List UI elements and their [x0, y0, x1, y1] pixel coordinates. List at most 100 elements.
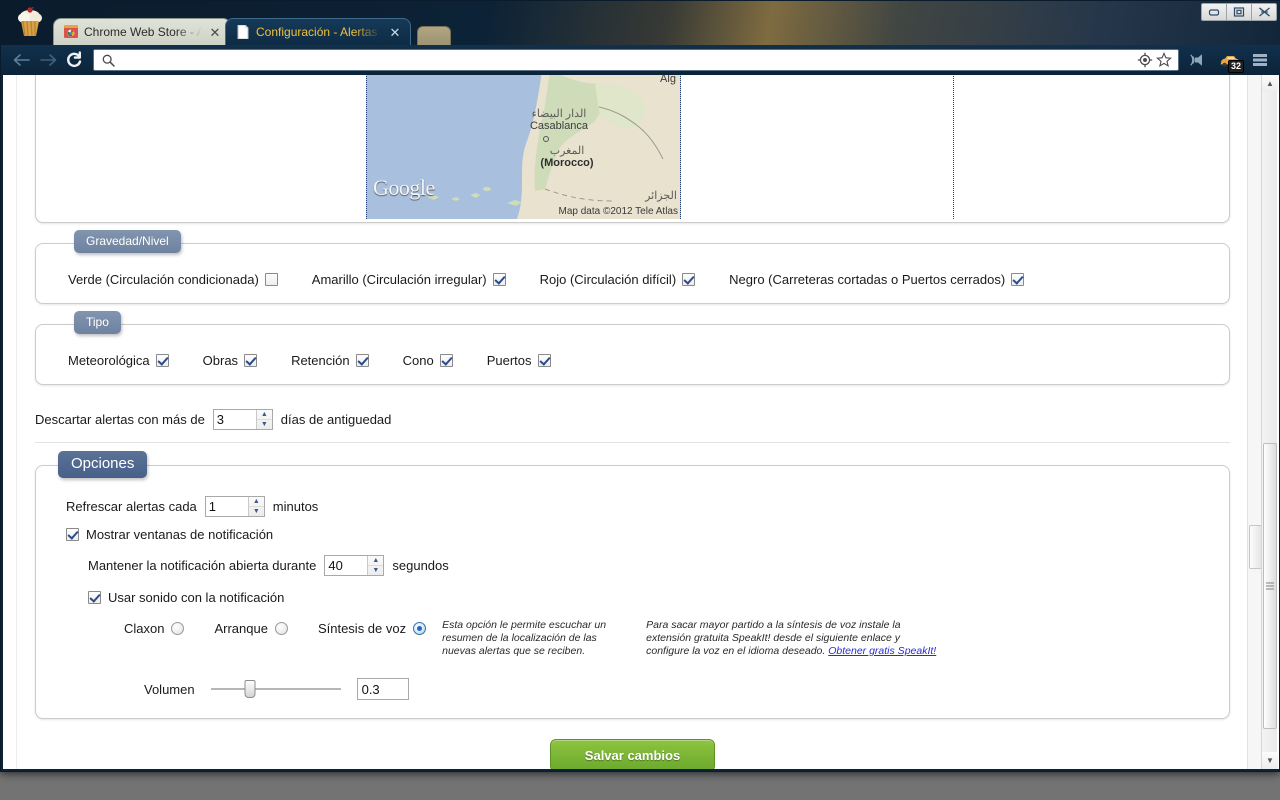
forward-icon[interactable] [35, 47, 61, 73]
scroll-up-icon[interactable]: ▲ [1262, 75, 1278, 92]
type-checkbox[interactable] [439, 354, 453, 367]
severity-panel: Gravedad/Nivel Verde (Circulación condic… [35, 230, 1230, 304]
severity-checkbox[interactable] [492, 273, 506, 286]
severity-checkbox[interactable] [1011, 273, 1025, 286]
audio-playing-icon[interactable] [1189, 49, 1211, 71]
type-checkbox[interactable] [355, 354, 369, 367]
use-sound-row[interactable]: Usar sonido con la notificación [54, 576, 1211, 605]
back-icon[interactable] [9, 47, 35, 73]
map-label-arabic: المغرب [549, 145, 585, 157]
severity-option-verde[interactable]: Verde (Circulación condicionada) [68, 272, 278, 287]
discard-days-input[interactable] [213, 410, 256, 429]
severity-option-amarillo[interactable]: Amarillo (Circulación irregular) [312, 272, 506, 287]
reload-icon[interactable] [61, 47, 87, 73]
keep-open-seconds-input[interactable] [325, 556, 368, 575]
use-sound-checkbox[interactable] [88, 591, 101, 604]
type-checkbox[interactable] [155, 354, 169, 367]
discard-days-stepper[interactable]: ▲ ▼ [212, 409, 273, 430]
severity-option-negro[interactable]: Negro (Carreteras cortadas o Puertos cer… [729, 272, 1025, 287]
address-bar[interactable] [93, 49, 1179, 71]
close-icon[interactable] [1251, 3, 1277, 21]
map-label-algeria-bottom: الجزائر [639, 189, 680, 202]
keep-open-seconds-stepper[interactable]: ▲ ▼ [324, 555, 385, 576]
stepper-down-icon[interactable]: ▼ [368, 566, 383, 576]
sound-mode-radio[interactable] [413, 622, 427, 635]
stepper-up-icon[interactable]: ▲ [248, 497, 264, 507]
sound-mode-radio[interactable] [274, 622, 288, 635]
page-scrollbar-thumb[interactable] [1263, 443, 1277, 729]
speakit-link[interactable]: Obtener gratis SpeakIt! [828, 645, 936, 657]
location-target-icon[interactable] [1137, 52, 1153, 68]
type-label: Retención [291, 353, 350, 368]
section-divider [35, 442, 1230, 443]
show-notifications-checkbox[interactable] [66, 528, 79, 541]
settings-page: الدار البيضاء Casablanca المغرب (Morocco… [3, 75, 1262, 769]
tab-close-icon[interactable]: ✕ [208, 25, 222, 39]
show-notifications-row[interactable]: Mostrar ventanas de notificación [54, 517, 1211, 542]
volume-slider[interactable] [210, 680, 341, 698]
map-label-algeria-top: Alg [653, 75, 680, 85]
type-option-meteorologica[interactable]: Meteorológica [68, 353, 169, 368]
new-tab-button[interactable] [417, 26, 451, 45]
stepper-buttons[interactable]: ▲ ▼ [255, 410, 272, 430]
severity-checkbox[interactable] [264, 273, 278, 286]
type-option-cono[interactable]: Cono [403, 353, 453, 368]
tab-close-icon[interactable]: ✕ [388, 25, 402, 39]
stepper-buttons[interactable]: ▲ ▼ [247, 497, 264, 517]
volume-slider-thumb[interactable] [244, 680, 256, 698]
tab-configuracion-alertas[interactable]: Configuración - Alertas de ✕ [225, 18, 411, 45]
options-legend: Opciones [58, 451, 148, 478]
address-input[interactable] [116, 51, 1133, 69]
page-scrollbar[interactable]: ▲ ▼ [1261, 75, 1278, 769]
page-icon [236, 24, 250, 40]
type-option-obras[interactable]: Obras [203, 353, 258, 368]
sound-mode-sintesis-de-voz[interactable]: Síntesis de voz [318, 619, 427, 636]
sound-mode-claxon[interactable]: Claxon [124, 619, 185, 636]
volume-value-input[interactable] [356, 678, 409, 700]
tab-chrome-web-store[interactable]: Chrome Web Store - Alert ✕ [53, 18, 231, 45]
type-checkbox[interactable] [244, 354, 258, 367]
type-option-puertos[interactable]: Puertos [487, 353, 551, 368]
bookmark-star-icon[interactable] [1156, 52, 1172, 68]
cupcake-app-icon[interactable] [13, 7, 47, 39]
map-attribution: Map data ©2012 Tele Atlas [558, 206, 679, 217]
omnibox-actions [1137, 52, 1172, 68]
settings-content: الدار البيضاء Casablanca المغرب (Morocco… [3, 75, 1262, 769]
content-scrollbar[interactable] [1247, 75, 1262, 769]
keep-open-row: Mantener la notificación abierta durante… [54, 542, 1211, 576]
type-label: Meteorológica [68, 353, 150, 368]
severity-checkbox[interactable] [682, 273, 696, 286]
refresh-minutes-stepper[interactable]: ▲ ▼ [204, 496, 265, 517]
stepper-up-icon[interactable]: ▲ [256, 410, 272, 420]
tts-description: Esta opción le permite escuchar un resum… [442, 619, 607, 657]
discard-prefix-label: Descartar alertas con más de [35, 412, 205, 427]
type-checkbox[interactable] [537, 354, 551, 367]
volume-row: Volumen [54, 658, 1211, 700]
type-legend: Tipo [74, 311, 121, 334]
traffic-alerts-extension-icon[interactable]: 32 [1219, 49, 1244, 73]
scroll-down-icon[interactable]: ▼ [1262, 752, 1278, 769]
save-button[interactable]: Salvar cambios [549, 739, 716, 769]
stepper-up-icon[interactable]: ▲ [368, 556, 384, 566]
map-label-casablanca: الدار البيضاء Casablanca [499, 107, 619, 132]
sound-mode-label: Arranque [214, 621, 268, 636]
show-notifications-label: Mostrar ventanas de notificación [86, 527, 274, 542]
severity-option-rojo[interactable]: Rojo (Circulación difícil) [540, 272, 696, 287]
speakit-description: Para sacar mayor partido a la síntesis d… [646, 619, 938, 658]
stepper-buttons[interactable]: ▲ ▼ [367, 556, 384, 576]
google-map[interactable]: الدار البيضاء Casablanca المغرب (Morocco… [366, 75, 681, 219]
scrollbar-grip [1266, 582, 1274, 590]
type-option-retencion[interactable]: Retención [291, 353, 369, 368]
stepper-down-icon[interactable]: ▼ [249, 507, 264, 517]
toolbar-actions: 32 [1185, 49, 1273, 73]
volume-slider-track [210, 688, 341, 690]
stepper-down-icon[interactable]: ▼ [257, 420, 272, 430]
sound-mode-radio[interactable] [171, 622, 185, 635]
chrome-menu-icon[interactable] [1249, 49, 1271, 71]
refresh-minutes-input[interactable] [205, 497, 248, 516]
chrome-webstore-icon [64, 25, 78, 39]
sound-mode-arranque[interactable]: Arranque [214, 619, 288, 636]
maximize-icon[interactable] [1226, 3, 1252, 21]
map-label-morocco: المغرب (Morocco) [517, 144, 617, 169]
minimize-icon[interactable] [1201, 3, 1227, 21]
